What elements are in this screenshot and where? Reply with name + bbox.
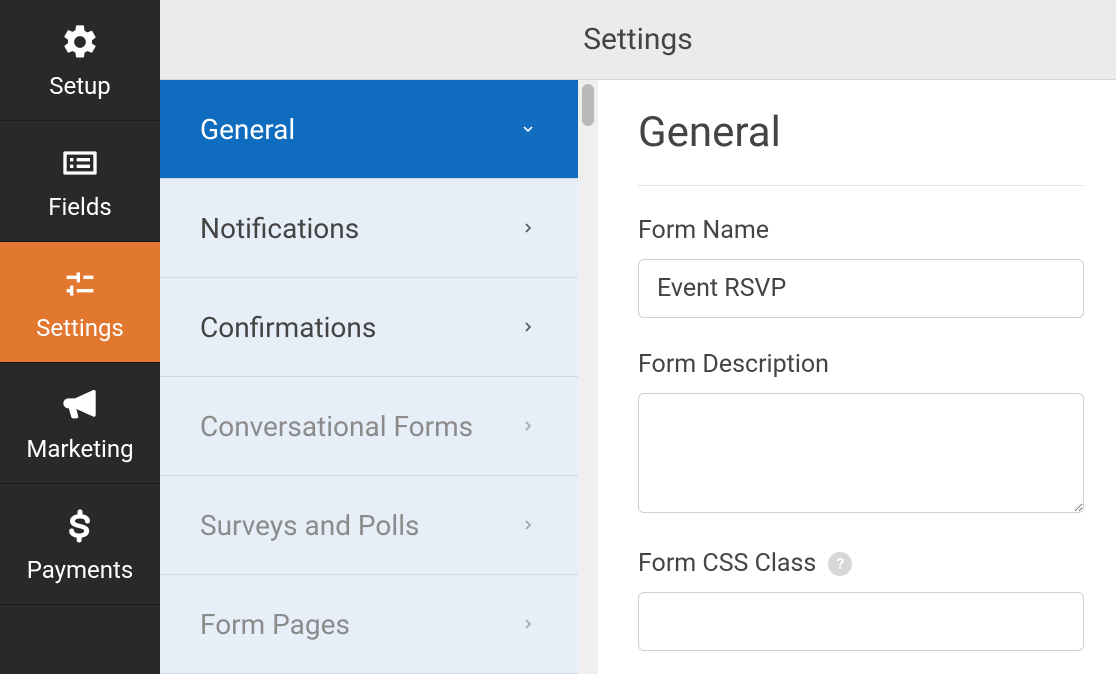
subnav-scrollbar-thumb[interactable] [582, 84, 594, 126]
nav-fields-label: Fields [48, 193, 112, 221]
form-description-input[interactable] [638, 393, 1084, 513]
subnav-confirmations[interactable]: Confirmations [160, 278, 578, 377]
settings-subnav-wrap: General Notifications Confirmations [160, 80, 598, 674]
nav-settings-label: Settings [36, 314, 124, 342]
chevron-right-icon [518, 218, 538, 238]
nav-setup-label: Setup [49, 72, 111, 100]
settings-subnav: General Notifications Confirmations [160, 80, 578, 674]
subnav-conversational-label: Conversational Forms [200, 410, 473, 443]
form-description-group: Form Description [638, 350, 1084, 517]
subnav-general-label: General [200, 113, 295, 146]
subnav-general[interactable]: General [160, 80, 578, 179]
form-css-input[interactable] [638, 592, 1084, 651]
form-description-label: Form Description [638, 350, 1084, 379]
subnav-notifications-label: Notifications [200, 212, 359, 245]
app-root: Setup Fields Settings Marketing Payments [0, 0, 1116, 674]
subnav-surveys[interactable]: Surveys and Polls [160, 476, 578, 575]
gear-icon [56, 22, 104, 62]
topbar: Settings [160, 0, 1116, 80]
chevron-down-icon [518, 119, 538, 139]
nav-payments-label: Payments [27, 556, 134, 584]
body-row: General Notifications Confirmations [160, 80, 1116, 674]
help-icon[interactable]: ? [828, 552, 852, 576]
list-icon [56, 143, 104, 183]
subnav-formpages-label: Form Pages [200, 608, 350, 641]
sliders-icon [56, 264, 104, 304]
form-name-input[interactable] [638, 259, 1084, 318]
form-css-label: Form CSS Class ? [638, 549, 1084, 578]
form-css-label-text: Form CSS Class [638, 549, 816, 578]
bullhorn-icon [56, 385, 104, 425]
subnav-surveys-label: Surveys and Polls [200, 509, 419, 542]
subnav-confirmations-label: Confirmations [200, 311, 376, 344]
chevron-right-icon [518, 614, 538, 634]
subnav-scrollbar[interactable] [578, 80, 598, 674]
form-css-group: Form CSS Class ? [638, 549, 1084, 651]
settings-panel: General Form Name Form Description Form … [598, 80, 1116, 674]
topbar-title: Settings [583, 22, 693, 57]
nav-fields[interactable]: Fields [0, 121, 160, 242]
panel-heading: General [638, 108, 1084, 186]
primary-nav-rail: Setup Fields Settings Marketing Payments [0, 0, 160, 674]
chevron-right-icon [518, 317, 538, 337]
nav-payments[interactable]: Payments [0, 484, 160, 605]
chevron-right-icon [518, 515, 538, 535]
nav-marketing-label: Marketing [26, 435, 133, 463]
form-name-label: Form Name [638, 216, 1084, 245]
nav-settings[interactable]: Settings [0, 242, 160, 363]
nav-setup[interactable]: Setup [0, 0, 160, 121]
subnav-formpages[interactable]: Form Pages [160, 575, 578, 674]
dollar-icon [56, 506, 104, 546]
subnav-conversational[interactable]: Conversational Forms [160, 377, 578, 476]
form-name-group: Form Name [638, 216, 1084, 318]
subnav-notifications[interactable]: Notifications [160, 179, 578, 278]
chevron-right-icon [518, 416, 538, 436]
nav-marketing[interactable]: Marketing [0, 363, 160, 484]
content-column: Settings General Notifications [160, 0, 1116, 674]
